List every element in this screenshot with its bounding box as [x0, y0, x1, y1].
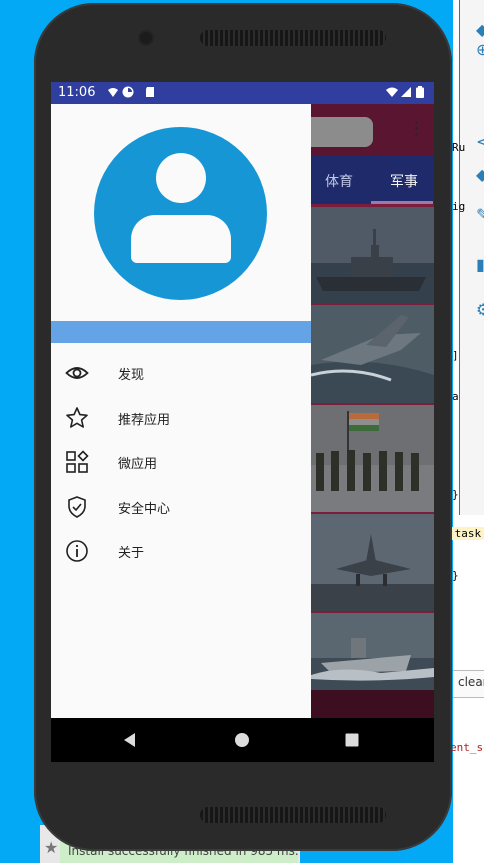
- drawer-menu: 发现 推荐应用 微应用 安全中心 关于: [51, 351, 311, 574]
- menu-item-label: 关于: [118, 546, 145, 562]
- drawer-header-strip: [51, 321, 311, 343]
- tab-indicator: [371, 201, 433, 204]
- battery-icon: [416, 86, 424, 98]
- menu-item-security-center[interactable]: 安全中心: [51, 485, 311, 530]
- navigation-drawer: 发现 推荐应用 微应用 安全中心 关于: [51, 104, 311, 718]
- home-button[interactable]: [218, 718, 266, 762]
- search-bar[interactable]: [301, 117, 373, 147]
- home-icon: [235, 733, 249, 747]
- ide-toolbar-icon[interactable]: ✎: [476, 205, 484, 224]
- ide-toolbar-icon[interactable]: ⊕: [476, 40, 484, 59]
- ide-toolbar-icon[interactable]: ◆: [476, 20, 484, 39]
- drawer-header: [51, 104, 311, 321]
- navy-boat-image[interactable]: [311, 613, 434, 690]
- star-icon[interactable]: ★: [44, 838, 58, 857]
- overflow-menu-icon[interactable]: · · ·: [414, 115, 419, 143]
- ide-code-line: :task: [448, 527, 484, 540]
- menu-item-recommended-apps[interactable]: 推荐应用: [51, 396, 311, 441]
- data-saver-icon: [122, 86, 134, 98]
- ide-toolbar-icon[interactable]: <: [476, 132, 484, 151]
- wifi-icon: [108, 88, 118, 97]
- menu-item-label: 推荐应用: [118, 412, 171, 428]
- recents-button[interactable]: [328, 718, 376, 762]
- ide-toolbar-icon[interactable]: ◆: [476, 165, 484, 184]
- sd-card-icon: [146, 87, 154, 97]
- warship-image[interactable]: [311, 207, 434, 303]
- app-toolbar: · · ·: [301, 104, 434, 156]
- ide-code-line: Ru: [452, 141, 466, 154]
- cell-signal-icon: [401, 87, 411, 97]
- status-bar: 11:06: [51, 82, 434, 104]
- star-icon: [66, 406, 88, 428]
- fighter-jet-image[interactable]: [311, 305, 434, 403]
- recents-icon: [345, 733, 359, 747]
- soldiers-flag-image[interactable]: [311, 405, 434, 512]
- avatar-body: [131, 215, 231, 263]
- menu-item-discover[interactable]: 发现: [51, 351, 311, 396]
- tab-sports[interactable]: 体育: [325, 171, 353, 191]
- ide-code-line: ig: [452, 200, 466, 213]
- back-button[interactable]: [106, 718, 154, 762]
- avatar-head: [156, 153, 206, 203]
- info-icon: [66, 540, 88, 563]
- ide-code-line: ]: [452, 349, 459, 362]
- ide-console-line: ent_so: [450, 741, 484, 754]
- menu-item-label: 安全中心: [118, 501, 171, 517]
- ide-toolbar-icon[interactable]: ▮: [476, 255, 484, 274]
- menu-item-label: 发现: [118, 368, 145, 383]
- menu-item-micro-apps[interactable]: 微应用: [51, 440, 311, 485]
- eye-icon: [65, 367, 89, 379]
- avatar[interactable]: [94, 127, 267, 300]
- front-camera: [140, 32, 152, 44]
- ide-toolbar-icon[interactable]: ⚙: [476, 300, 484, 319]
- app-bottom-bar: [311, 690, 434, 718]
- status-time: 11:06: [58, 85, 96, 100]
- news-app-content: · · · 体育 军事: [301, 104, 434, 718]
- top-speaker: [200, 30, 386, 46]
- wifi-signal-icon: [386, 87, 398, 97]
- menu-item-about[interactable]: 关于: [51, 529, 311, 574]
- apps-grid-icon: [66, 450, 89, 473]
- ide-clear-button[interactable]: clear: [458, 675, 484, 689]
- menu-item-label: 微应用: [118, 457, 158, 473]
- jet-takeoff-image[interactable]: [311, 514, 434, 611]
- ide-code-line: a: [452, 390, 459, 403]
- system-nav-bar: [51, 718, 434, 762]
- back-icon: [124, 733, 135, 747]
- ide-code-line: }: [452, 488, 459, 501]
- phone-screen: 11:06 · · · 体育 军事 发现 推荐应用 微应用 安全中心 关于: [51, 82, 434, 762]
- shield-check-icon: [68, 495, 86, 518]
- tab-military[interactable]: 军事: [390, 171, 418, 191]
- bottom-speaker: [200, 807, 386, 823]
- category-tabs: 体育 军事: [311, 156, 434, 204]
- ide-code-line: }: [452, 569, 459, 582]
